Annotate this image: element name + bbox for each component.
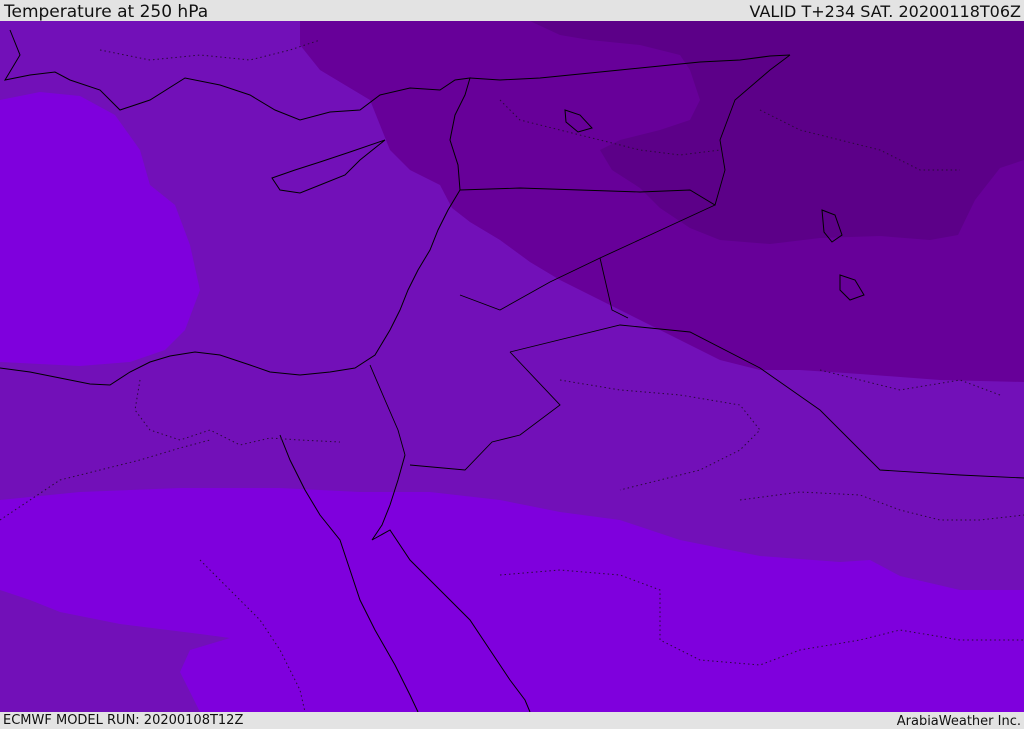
model-run-label: ECMWF MODEL RUN: 20200108T12Z bbox=[3, 713, 244, 728]
bottom-bar: ECMWF MODEL RUN: 20200108T12Z ArabiaWeat… bbox=[0, 712, 1024, 729]
credit-label: ArabiaWeather Inc. bbox=[896, 714, 1021, 729]
map-title: Temperature at 250 hPa bbox=[4, 2, 209, 22]
top-bar: Temperature at 250 hPa VALID T+234 SAT. … bbox=[0, 0, 1024, 21]
map-canvas bbox=[0, 21, 1024, 712]
weather-map[interactable] bbox=[0, 21, 1024, 712]
valid-time: VALID T+234 SAT. 20200118T06Z bbox=[749, 2, 1021, 21]
